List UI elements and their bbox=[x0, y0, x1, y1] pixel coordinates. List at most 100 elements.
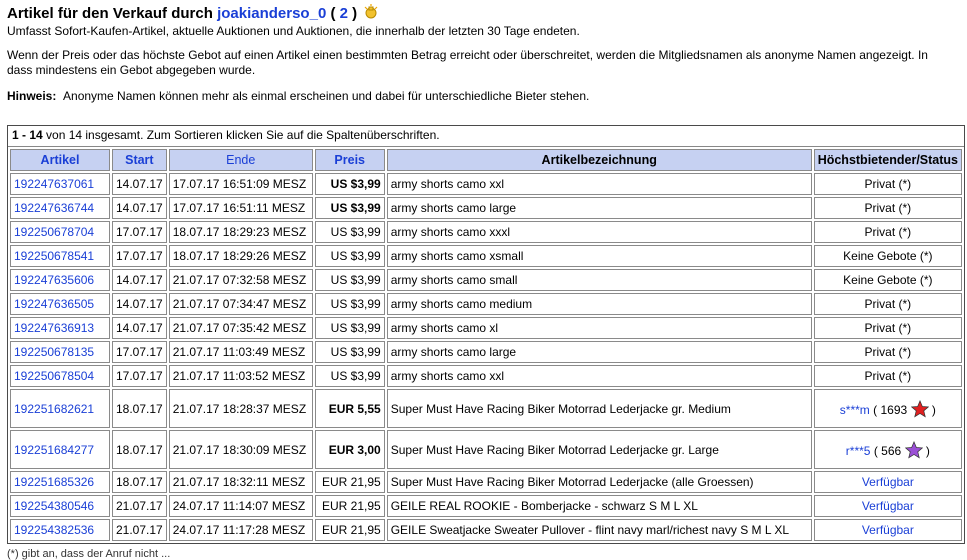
start-date: 18.07.17 bbox=[112, 430, 167, 469]
item-number-link[interactable]: 192254382536 bbox=[10, 519, 110, 541]
column-header-ende[interactable]: Ende bbox=[168, 149, 313, 171]
table-row: 192247637061 14.07.17 17.07.17 16:51:09 ME… bbox=[10, 173, 962, 195]
feedback-close-paren: ) bbox=[922, 443, 930, 458]
start-date: 17.07.17 bbox=[112, 245, 167, 267]
bidder-name-link[interactable]: r***5 bbox=[846, 444, 871, 458]
start-date: 17.07.17 bbox=[112, 221, 167, 243]
start-date: 14.07.17 bbox=[112, 293, 167, 315]
table-row: 192247636913 14.07.17 21.07.17 07:35:42 ME… bbox=[10, 317, 962, 339]
paren-open: ( bbox=[330, 5, 336, 22]
item-price: EUR 21,95 bbox=[314, 519, 385, 541]
item-price: US $3,99 bbox=[314, 365, 385, 387]
hint-note: Hinweis: Anonyme Namen können mehr als e… bbox=[7, 89, 967, 104]
start-date: 18.07.17 bbox=[112, 471, 167, 493]
table-row: 192247635606 14.07.17 21.07.17 07:32:58 ME… bbox=[10, 269, 962, 291]
item-title: Super Must Have Racing Biker Motorrad Le… bbox=[386, 471, 812, 493]
item-number-link[interactable]: 192250678704 bbox=[10, 221, 110, 243]
start-date: 17.07.17 bbox=[112, 365, 167, 387]
table-row: 192250678704 17.07.17 18.07.17 18:29:23 ME… bbox=[10, 221, 962, 243]
items-table: Artikel Start Ende Preis Artikelbezeichn… bbox=[8, 147, 964, 543]
feedback-count-link[interactable]: 2 bbox=[340, 5, 348, 22]
end-datetime: 21.07.17 18:30:09 MESZ bbox=[168, 430, 313, 469]
item-title: army shorts camo xxl bbox=[386, 173, 812, 195]
start-date: 18.07.17 bbox=[112, 389, 167, 428]
item-number-link[interactable]: 192247637061 bbox=[10, 173, 110, 195]
item-price: US $3,99 bbox=[314, 245, 385, 267]
column-header-status: Höchstbietender/Status bbox=[813, 149, 962, 171]
high-bidder: r***5 ( 566 ) bbox=[813, 430, 962, 469]
seller-username-link[interactable]: joakianderso_0 bbox=[217, 5, 326, 22]
item-price: US $3,99 bbox=[314, 221, 385, 243]
hint-label: Hinweis: bbox=[7, 89, 57, 103]
page-title: Artikel für den Verkauf durch joakiander… bbox=[7, 4, 967, 23]
item-price: US $3,99 bbox=[314, 269, 385, 291]
start-date: 14.07.17 bbox=[112, 173, 167, 195]
end-datetime: 21.07.17 07:32:58 MESZ bbox=[168, 269, 313, 291]
start-date: 14.07.17 bbox=[112, 269, 167, 291]
item-number-link[interactable]: 192247636744 bbox=[10, 197, 110, 219]
item-number-link[interactable]: 192247636913 bbox=[10, 317, 110, 339]
column-header-artikel[interactable]: Artikel bbox=[10, 149, 110, 171]
item-price: US $3,99 bbox=[314, 317, 385, 339]
footnote: (*) gibt an, dass der Anruf nicht ... bbox=[7, 548, 171, 560]
start-date: 14.07.17 bbox=[112, 317, 167, 339]
table-row: 192250678504 17.07.17 21.07.17 11:03:52 ME… bbox=[10, 365, 962, 387]
status-available-link[interactable]: Verfügbar bbox=[813, 495, 962, 517]
item-number-link[interactable]: 192254380546 bbox=[10, 495, 110, 517]
item-number-link[interactable]: 192251685326 bbox=[10, 471, 110, 493]
item-number-link[interactable]: 192251682621 bbox=[10, 389, 110, 428]
result-range: 1 - 14 bbox=[12, 128, 43, 142]
item-price: EUR 21,95 bbox=[314, 471, 385, 493]
notice-line-2: dass mindestens ein Gebot abgegeben wurd… bbox=[7, 63, 256, 77]
bid-status: Privat (*) bbox=[813, 197, 962, 219]
item-title: army shorts camo small bbox=[386, 269, 812, 291]
start-date: 21.07.17 bbox=[112, 495, 167, 517]
item-number-link[interactable]: 192251684277 bbox=[10, 430, 110, 469]
item-number-link[interactable]: 192247635606 bbox=[10, 269, 110, 291]
items-table-container: 1 - 14 von 14 insgesamt. Zum Sortieren k… bbox=[7, 125, 965, 544]
column-header-preis[interactable]: Preis bbox=[314, 149, 385, 171]
bidder-name-link[interactable]: s***m bbox=[840, 403, 870, 417]
bid-status: Privat (*) bbox=[813, 365, 962, 387]
table-row: 192247636505 14.07.17 21.07.17 07:34:47 ME… bbox=[10, 293, 962, 315]
end-datetime: 18.07.17 18:29:23 MESZ bbox=[168, 221, 313, 243]
bid-status: Privat (*) bbox=[813, 317, 962, 339]
start-date: 21.07.17 bbox=[112, 519, 167, 541]
table-header-row: Artikel Start Ende Preis Artikelbezeichn… bbox=[10, 149, 962, 171]
end-datetime: 21.07.17 11:03:52 MESZ bbox=[168, 365, 313, 387]
bidder-feedback-score: 566 bbox=[881, 443, 902, 458]
anonymity-notice: Wenn der Preis oder das höchste Gebot au… bbox=[7, 48, 967, 78]
end-datetime: 21.07.17 07:35:42 MESZ bbox=[168, 317, 313, 339]
table-row: 192251685326 18.07.17 21.07.17 18:32:11 ME… bbox=[10, 471, 962, 493]
item-price: EUR 5,55 bbox=[314, 389, 385, 428]
item-price: US $3,99 bbox=[314, 293, 385, 315]
title-prefix: Artikel für den Verkauf durch bbox=[7, 5, 213, 22]
result-count: 1 - 14 von 14 insgesamt. Zum Sortieren k… bbox=[8, 126, 964, 147]
new-member-icon bbox=[363, 4, 379, 20]
table-row: 192247636744 14.07.17 17.07.17 16:51:11 ME… bbox=[10, 197, 962, 219]
hint-text: Anonyme Namen können mehr als einmal ers… bbox=[63, 89, 590, 103]
status-available-link[interactable]: Verfügbar bbox=[813, 471, 962, 493]
start-date: 17.07.17 bbox=[112, 341, 167, 363]
feedback-open-paren: ( bbox=[870, 443, 882, 458]
bid-status: Privat (*) bbox=[813, 173, 962, 195]
item-price: EUR 3,00 bbox=[314, 430, 385, 469]
end-datetime: 18.07.17 18:29:26 MESZ bbox=[168, 245, 313, 267]
feedback-open-paren: ( bbox=[869, 402, 881, 417]
feedback-close-paren: ) bbox=[928, 402, 936, 417]
item-title: Super Must Have Racing Biker Motorrad Le… bbox=[386, 389, 812, 428]
item-title: army shorts camo xsmall bbox=[386, 245, 812, 267]
page-subtitle: Umfasst Sofort-Kaufen-Artikel, aktuelle … bbox=[7, 24, 580, 38]
end-datetime: 21.07.17 18:32:11 MESZ bbox=[168, 471, 313, 493]
red-star-icon bbox=[910, 399, 929, 418]
start-date: 14.07.17 bbox=[112, 197, 167, 219]
item-number-link[interactable]: 192250678504 bbox=[10, 365, 110, 387]
item-number-link[interactable]: 192247636505 bbox=[10, 293, 110, 315]
item-number-link[interactable]: 192250678135 bbox=[10, 341, 110, 363]
column-header-start[interactable]: Start bbox=[112, 149, 167, 171]
end-datetime: 24.07.17 11:17:28 MESZ bbox=[168, 519, 313, 541]
status-available-link[interactable]: Verfügbar bbox=[813, 519, 962, 541]
item-number-link[interactable]: 192250678541 bbox=[10, 245, 110, 267]
item-price: US $3,99 bbox=[314, 173, 385, 195]
item-title: army shorts camo xxl bbox=[386, 365, 812, 387]
